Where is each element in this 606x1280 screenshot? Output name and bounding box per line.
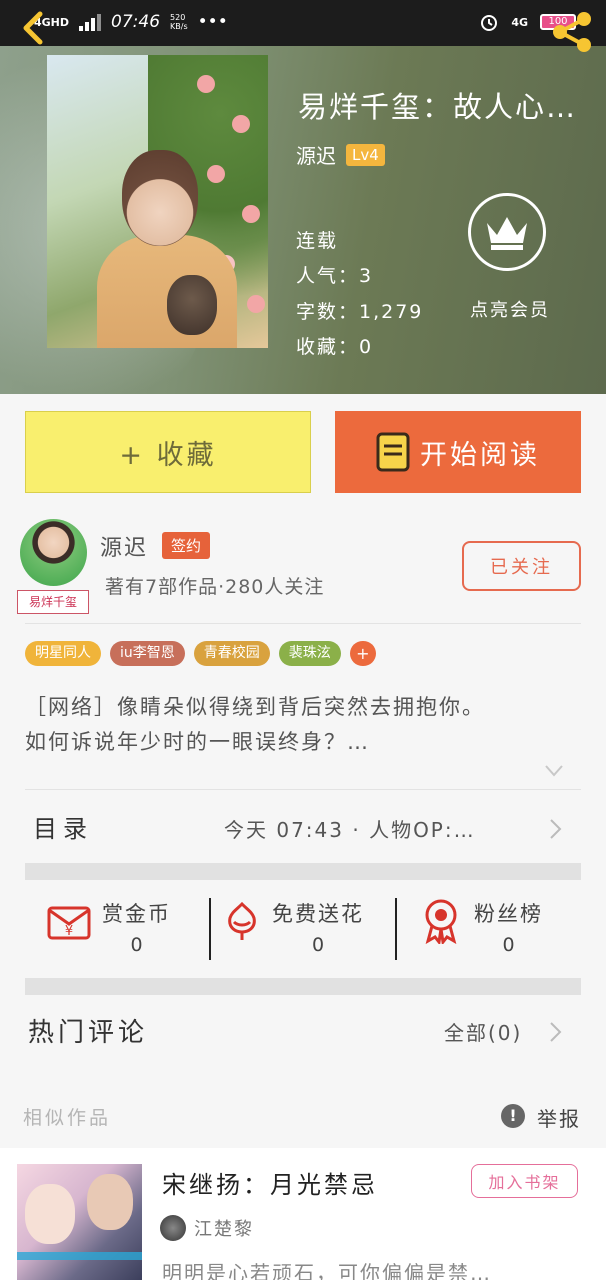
similar-book-cover[interactable] [17, 1164, 142, 1280]
add-to-shelf-button[interactable]: 加入书架 [471, 1164, 578, 1198]
book-title: 易烊千玺：故人心… [298, 90, 578, 124]
svg-text:¥: ¥ [65, 924, 73, 939]
word-count: 字数：1,279 [296, 301, 424, 323]
tag-1[interactable]: iu李智恩 [110, 641, 185, 666]
more-notifications-icon: ••• [197, 12, 228, 32]
book-summary[interactable]: ［网络］像睛朵似得绕到背后突然去拥抱你。 如何诉说年少时的一眼误终身？… [25, 690, 581, 760]
flower-icon [228, 901, 256, 940]
author-avatar[interactable] [20, 519, 87, 586]
crown-icon [487, 217, 527, 250]
start-reading-button[interactable]: 开始阅读 [335, 411, 581, 493]
fans-ranking-item[interactable]: 粉丝榜 0 [420, 898, 543, 960]
hot-comments-label: 热门评论 [28, 1018, 149, 1048]
alarm-icon [481, 15, 498, 31]
medal-icon [425, 899, 457, 944]
signed-badge: 签约 [162, 532, 211, 559]
report-icon[interactable]: ! [501, 1104, 525, 1128]
free-flowers-item[interactable]: 免费送花 0 [222, 898, 364, 960]
level-badge: Lv4 [346, 143, 385, 166]
author-stats: 著有7部作品·280人关注 [105, 576, 325, 598]
more-tags-button[interactable]: + [349, 641, 376, 666]
book-author[interactable]: 源迟 Lv4 [296, 140, 385, 169]
red-envelope-icon: ¥ [47, 906, 91, 940]
tag-list: 明星同人 iu李智恩 青春校园 裴珠泫 + [25, 641, 376, 666]
back-arrow-icon[interactable] [14, 8, 54, 48]
summary-line-1: ［网络］像睛朵似得绕到背后突然去拥抱你。 [25, 695, 485, 719]
reward-coins-item[interactable]: ¥ 赏金币 0 [46, 898, 171, 960]
reward-coins-label: 赏金币 [102, 902, 171, 926]
catalog-latest-update[interactable]: 今天 07:43 · 人物OP:… [224, 814, 476, 843]
signal-icon [79, 13, 102, 31]
all-comments-link[interactable]: 全部(0) [444, 1017, 522, 1046]
section-separator [25, 863, 581, 880]
clock: 07:46 [111, 12, 161, 32]
tag-2[interactable]: 青春校园 [193, 641, 270, 666]
popularity: 人气：3 [296, 265, 374, 287]
vip-button[interactable] [468, 193, 546, 271]
author-name[interactable]: 源迟 [100, 530, 148, 562]
divider [25, 623, 581, 624]
chevron-right-icon[interactable] [548, 817, 564, 841]
chevron-right-icon[interactable] [548, 1020, 564, 1044]
add-to-shelf-label: 加入书架 [488, 1173, 561, 1192]
stat-divider [395, 898, 397, 960]
summary-line-2: 如何诉说年少时的一眼误终身？… [25, 730, 370, 754]
stat-divider [209, 898, 211, 960]
free-flowers-value: 0 [311, 934, 325, 956]
fans-ranking-label: 粉丝榜 [474, 902, 543, 926]
reward-coins-value: 0 [130, 934, 143, 956]
favorite-button[interactable]: + 收藏 [25, 411, 311, 493]
book-icon [376, 432, 410, 472]
status-bar: 4GHD 07:46 520 KB/s ••• 4G 100 [0, 0, 606, 46]
similar-book-title[interactable]: 宋继扬：月光禁忌 [162, 1165, 378, 1200]
network-speed: 520 KB/s [170, 13, 188, 31]
author-name[interactable]: 源迟 [296, 140, 336, 169]
share-icon[interactable] [548, 8, 596, 56]
similar-works-label: 相似作品 [23, 1107, 112, 1129]
tag-0[interactable]: 明星同人 [25, 641, 101, 666]
section-separator [25, 978, 581, 995]
follow-label: 已关注 [490, 557, 553, 578]
serial-status: 连载 [296, 230, 339, 252]
follow-button[interactable]: 已关注 [462, 541, 581, 591]
catalog-label[interactable]: 目录 [33, 809, 93, 844]
right-network-type: 4G [511, 15, 528, 29]
tag-3[interactable]: 裴珠泫 [278, 641, 341, 666]
favorite-count: 收藏：0 [296, 336, 374, 358]
book-cover-image[interactable] [47, 55, 268, 348]
similar-book-author-avatar [160, 1215, 186, 1241]
similar-book-author: 江楚黎 [194, 1219, 254, 1240]
free-flowers-label: 免费送花 [272, 902, 364, 926]
start-reading-label: 开始阅读 [420, 439, 540, 471]
chevron-down-icon[interactable] [544, 764, 564, 778]
vip-label[interactable]: 点亮会员 [470, 296, 550, 322]
fans-ranking-value: 0 [502, 934, 515, 956]
avatar-tag: 易烊千玺 [17, 590, 89, 614]
divider [25, 789, 581, 790]
report-button[interactable]: 举报 [537, 1103, 581, 1132]
favorite-label: + 收藏 [119, 439, 217, 471]
similar-book-description: 明明是心若顽石，可你偏偏是禁… [162, 1261, 492, 1280]
